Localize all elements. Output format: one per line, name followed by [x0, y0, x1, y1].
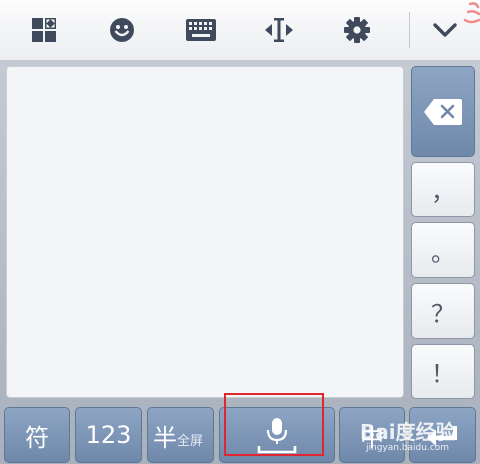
fullscreen-label: 全屏: [177, 434, 204, 449]
keyboard-icon: [186, 19, 216, 41]
period-key[interactable]: 。: [411, 222, 475, 278]
watermark-text: Bai度经验: [360, 420, 456, 444]
backspace-icon: [424, 98, 462, 125]
microphone-icon: [257, 418, 297, 454]
exclamation-label: ！: [431, 360, 455, 388]
symbols-label: 符: [25, 423, 49, 452]
comma-key[interactable]: ，: [411, 162, 475, 217]
chevron-down-icon: [433, 23, 457, 37]
keyboard-switch-button[interactable]: [166, 0, 236, 60]
numbers-label: 123: [85, 421, 132, 449]
backspace-key[interactable]: [411, 66, 475, 157]
voice-space-key[interactable]: [219, 407, 335, 463]
question-key[interactable]: ？: [411, 283, 475, 339]
cursor-move-button[interactable]: [244, 0, 314, 60]
exclamation-key[interactable]: ！: [411, 344, 475, 399]
period-label: 。: [431, 238, 455, 267]
numbers-key[interactable]: 123: [75, 407, 142, 463]
grid-button[interactable]: [9, 0, 79, 60]
cursor-move-icon: [265, 18, 293, 42]
question-label: ？: [431, 299, 455, 328]
watermark-logo: [463, 2, 480, 24]
half-width-key[interactable]: 半 全屏: [147, 407, 214, 463]
comma-label: ，: [431, 178, 455, 206]
watermark-url: jingyan.baidu.com: [366, 443, 450, 453]
emoji-button[interactable]: [87, 0, 157, 60]
emoji-icon: [110, 18, 134, 42]
handwriting-area[interactable]: [6, 66, 404, 398]
settings-button[interactable]: [322, 0, 392, 60]
keyboard-toolbar: [0, 0, 480, 61]
grid-icon: [32, 18, 56, 42]
half-width-label: 半: [153, 423, 177, 452]
symbols-key[interactable]: 符: [4, 407, 70, 463]
gear-icon: [344, 17, 370, 43]
